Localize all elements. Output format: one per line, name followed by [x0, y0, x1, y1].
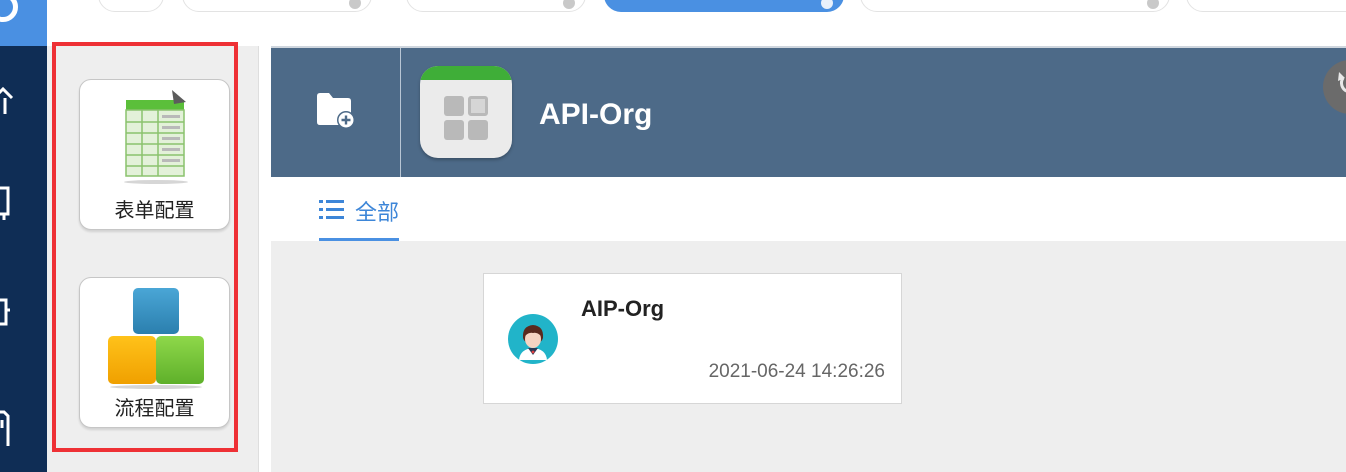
flow-config-label: 流程配置 — [114, 396, 195, 420]
flow-config-button[interactable]: 流程配置 — [79, 277, 230, 428]
tab-close-icon[interactable] — [563, 0, 575, 9]
file-icon[interactable] — [0, 408, 16, 446]
new-folder-button[interactable] — [271, 48, 401, 177]
filter-tabs: 全部 — [271, 177, 1346, 241]
app-header: API-Org — [271, 46, 1346, 177]
flow-blocks-icon — [106, 286, 206, 395]
record-title: AIP-Org — [581, 296, 665, 321]
logo[interactable] — [0, 0, 47, 46]
app-title: API-Org — [539, 98, 653, 131]
tab-close-icon[interactable] — [821, 0, 833, 9]
top-tab[interactable] — [182, 0, 372, 12]
top-tab[interactable] — [406, 0, 586, 12]
record-timestamp: 2021-06-24 14:26:26 — [708, 361, 885, 382]
list-icon — [319, 199, 345, 226]
home-icon[interactable] — [0, 84, 16, 118]
top-tab[interactable] — [1186, 0, 1346, 12]
tab-close-icon[interactable] — [349, 0, 361, 9]
top-tab-strip — [0, 0, 1346, 46]
app-grid-icon — [420, 66, 512, 158]
record-card[interactable]: AIP-Org 2021-06-24 14:26:26 — [483, 273, 902, 404]
refresh-icon[interactable] — [1323, 60, 1346, 114]
form-config-label: 表单配置 — [114, 198, 195, 222]
form-table-icon — [122, 88, 192, 193]
user-avatar-icon — [508, 314, 558, 364]
top-tab[interactable] — [98, 0, 164, 12]
folder-plus-icon — [315, 90, 357, 135]
monitor-icon[interactable] — [0, 184, 16, 220]
folder-icon[interactable] — [0, 296, 16, 330]
tab-close-icon[interactable] — [1147, 0, 1159, 9]
top-tab-active[interactable] — [604, 0, 844, 12]
tab-all-label: 全部 — [355, 201, 400, 226]
top-tab[interactable] — [860, 0, 1170, 12]
tab-all[interactable]: 全部 — [319, 177, 399, 241]
left-nav — [0, 0, 47, 472]
form-config-button[interactable]: 表单配置 — [79, 79, 230, 230]
